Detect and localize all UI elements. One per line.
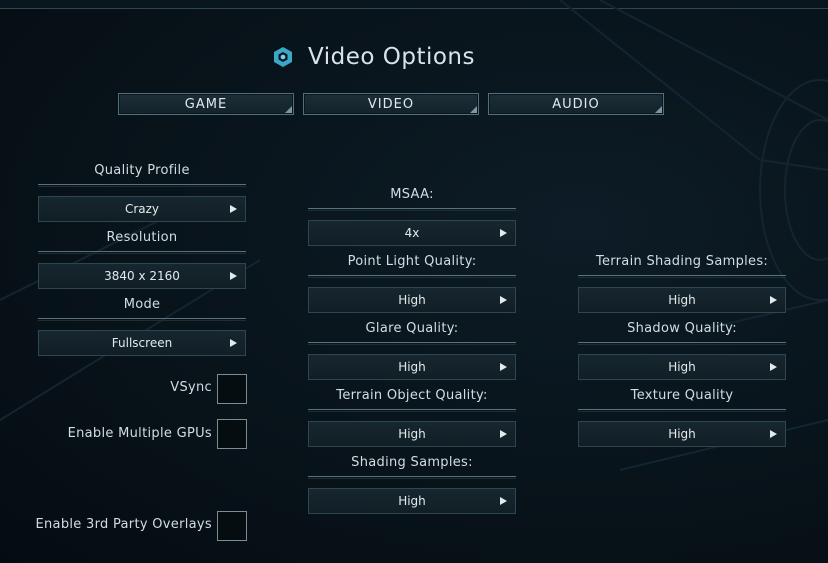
caret-right-icon <box>500 497 507 505</box>
caret-right-icon <box>230 339 237 347</box>
caret-right-icon <box>500 229 507 237</box>
tab-video[interactable]: VIDEO <box>303 93 479 115</box>
caret-right-icon <box>770 363 777 371</box>
overlays-checkbox[interactable] <box>217 511 247 541</box>
resolution-label: Resolution <box>106 230 178 245</box>
caret-right-icon <box>500 430 507 438</box>
vsync-checkbox[interactable] <box>217 374 247 404</box>
quality-profile-value: Crazy <box>124 202 160 216</box>
divider <box>38 184 246 187</box>
texture-quality-dropdown[interactable]: High <box>578 421 786 447</box>
terrain-shading-value: High <box>668 293 696 307</box>
divider <box>308 409 516 412</box>
divider <box>578 409 786 412</box>
divider <box>308 275 516 278</box>
msaa-value: 4x <box>404 226 420 240</box>
terrain-object-value: High <box>398 427 426 441</box>
glare-dropdown[interactable]: High <box>308 354 516 380</box>
divider <box>578 342 786 345</box>
mode-value: Fullscreen <box>111 336 173 350</box>
tab-game[interactable]: GAME <box>118 93 294 115</box>
hexagon-logo-icon <box>274 47 292 67</box>
terrain-object-dropdown[interactable]: High <box>308 421 516 447</box>
page-title: Video Options <box>308 44 475 70</box>
quality-profile-dropdown[interactable]: Crazy <box>38 196 246 222</box>
msaa-label: MSAA: <box>390 187 434 202</box>
terrain-object-label: Terrain Object Quality: <box>336 388 488 403</box>
resolution-value: 3840 x 2160 <box>104 269 180 283</box>
resolution-dropdown[interactable]: 3840 x 2160 <box>38 263 246 289</box>
texture-quality-label: Texture Quality <box>630 388 734 403</box>
divider <box>578 275 786 278</box>
point-light-label: Point Light Quality: <box>347 254 477 269</box>
divider <box>308 476 516 479</box>
mode-label: Mode <box>123 297 161 312</box>
caret-right-icon <box>500 363 507 371</box>
terrain-shading-dropdown[interactable]: High <box>578 287 786 313</box>
vsync-label: VSync <box>170 380 212 395</box>
msaa-dropdown[interactable]: 4x <box>308 220 516 246</box>
divider <box>308 342 516 345</box>
quality-profile-label: Quality Profile <box>94 163 190 178</box>
shading-samples-label: Shading Samples: <box>351 455 473 470</box>
glare-value: High <box>398 360 426 374</box>
caret-right-icon <box>500 296 507 304</box>
shadow-quality-label: Shadow Quality: <box>627 321 737 336</box>
multi-gpu-checkbox[interactable] <box>217 419 247 449</box>
tab-audio[interactable]: AUDIO <box>488 93 664 115</box>
caret-right-icon <box>770 296 777 304</box>
divider <box>308 208 516 211</box>
page-header: Video Options <box>272 40 475 74</box>
glare-label: Glare Quality: <box>365 321 459 336</box>
divider <box>38 318 246 321</box>
caret-right-icon <box>230 205 237 213</box>
caret-right-icon <box>770 430 777 438</box>
overlays-label: Enable 3rd Party Overlays <box>35 517 212 532</box>
mode-dropdown[interactable]: Fullscreen <box>38 330 246 356</box>
caret-right-icon <box>230 272 237 280</box>
shadow-quality-dropdown[interactable]: High <box>578 354 786 380</box>
point-light-dropdown[interactable]: High <box>308 287 516 313</box>
shadow-quality-value: High <box>668 360 696 374</box>
terrain-shading-label: Terrain Shading Samples: <box>595 254 769 269</box>
shading-samples-value: High <box>398 494 426 508</box>
shading-samples-dropdown[interactable]: High <box>308 488 516 514</box>
texture-quality-value: High <box>668 427 696 441</box>
top-frame-bar <box>0 0 828 9</box>
divider <box>38 251 246 254</box>
multi-gpu-label: Enable Multiple GPUs <box>67 426 212 441</box>
point-light-value: High <box>398 293 426 307</box>
